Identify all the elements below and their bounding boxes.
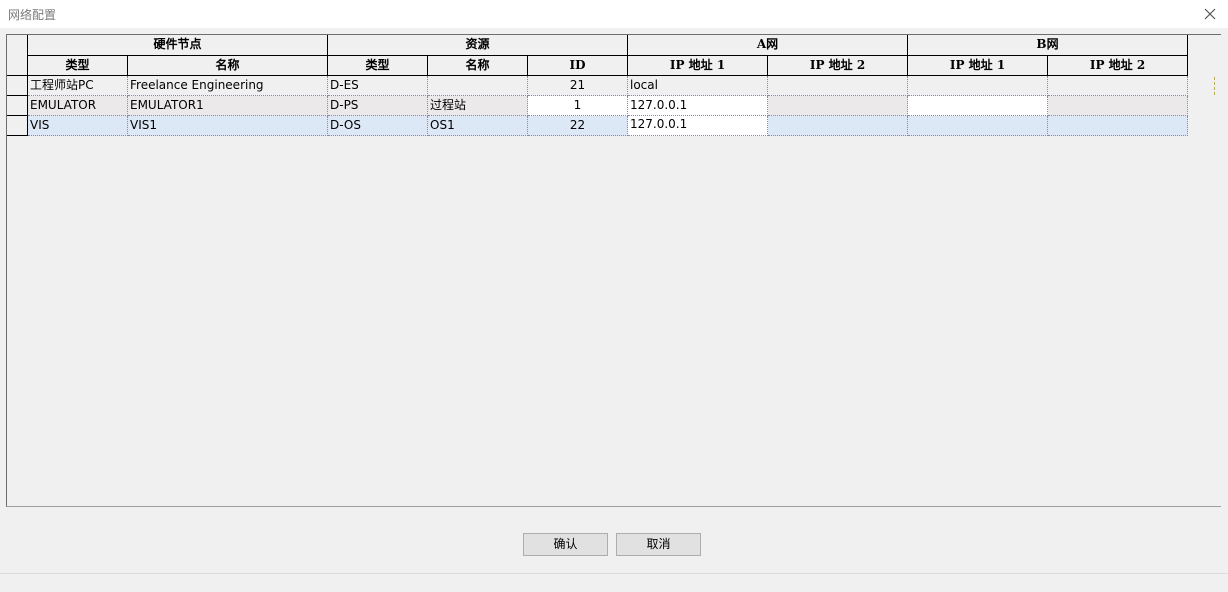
col-header-hw-name[interactable]: 名称 [128,56,328,76]
cell-a-ip1[interactable]: 127.0.0.1 [628,116,768,136]
cell-b-ip2[interactable] [1048,116,1188,136]
title-bar: 网络配置 [0,0,1228,28]
group-header-net-a: A网 [628,35,908,56]
row-header[interactable] [7,116,28,136]
group-header-net-b: B网 [908,35,1188,56]
cell-b-ip1[interactable] [908,116,1048,136]
close-button[interactable] [1200,4,1220,24]
cell-id[interactable]: 21 [528,76,628,96]
network-grid[interactable]: 硬件节点 资源 A网 B网 类型 名称 类型 名称 ID IP 地址 1 IP … [6,34,1221,507]
network-config-dialog: 网络配置 硬件节点 资源 A网 B网 类型 名称 类型 名称 ID IP 地址 … [0,0,1228,592]
cell-res-name[interactable]: 过程站 [428,96,528,116]
cell-res-type[interactable]: D-ES [328,76,428,96]
col-header-hw-type[interactable]: 类型 [28,56,128,76]
status-bar-divider [0,573,1228,574]
cell-id[interactable]: 1 [528,96,628,116]
cell-b-ip2[interactable] [1048,96,1188,116]
cell-a-ip1[interactable]: local [628,76,768,96]
window-title: 网络配置 [8,8,57,22]
col-header-a-ip1[interactable]: IP 地址 1 [628,56,768,76]
close-icon [1204,8,1216,20]
cell-id[interactable]: 22 [528,116,628,136]
col-header-res-name[interactable]: 名称 [428,56,528,76]
col-header-b-ip1[interactable]: IP 地址 1 [908,56,1048,76]
cell-hw-type[interactable]: VIS [28,116,128,136]
cell-res-type[interactable]: D-OS [328,116,428,136]
col-header-id[interactable]: ID [528,56,628,76]
cell-a-ip2[interactable] [768,96,908,116]
row-header[interactable] [7,96,28,116]
cell-hw-type[interactable]: EMULATOR [28,96,128,116]
grid-corner [7,35,28,76]
col-header-res-type[interactable]: 类型 [328,56,428,76]
cell-hw-name[interactable]: EMULATOR1 [128,96,328,116]
cell-a-ip2[interactable] [768,76,908,96]
cell-a-ip2[interactable] [768,116,908,136]
row-header[interactable] [7,76,28,96]
cell-a-ip1[interactable]: 127.0.0.1 [628,96,768,116]
cell-res-type[interactable]: D-PS [328,96,428,116]
group-header-resource: 资源 [328,35,628,56]
group-header-hardware-node: 硬件节点 [28,35,328,56]
confirm-button[interactable]: 确认 [523,533,608,556]
cell-res-name[interactable]: OS1 [428,116,528,136]
col-header-b-ip2[interactable]: IP 地址 2 [1048,56,1188,76]
cell-b-ip2[interactable] [1048,76,1188,96]
cancel-button[interactable]: 取消 [616,533,701,556]
cell-hw-name[interactable]: VIS1 [128,116,328,136]
cell-hw-name[interactable]: Freelance Engineering [128,76,328,96]
cell-b-ip1[interactable] [908,96,1048,116]
cell-res-name[interactable] [428,76,528,96]
scroll-marker [1214,77,1221,95]
cell-hw-type[interactable]: 工程师站PC [28,76,128,96]
col-header-a-ip2[interactable]: IP 地址 2 [768,56,908,76]
cell-b-ip1[interactable] [908,76,1048,96]
